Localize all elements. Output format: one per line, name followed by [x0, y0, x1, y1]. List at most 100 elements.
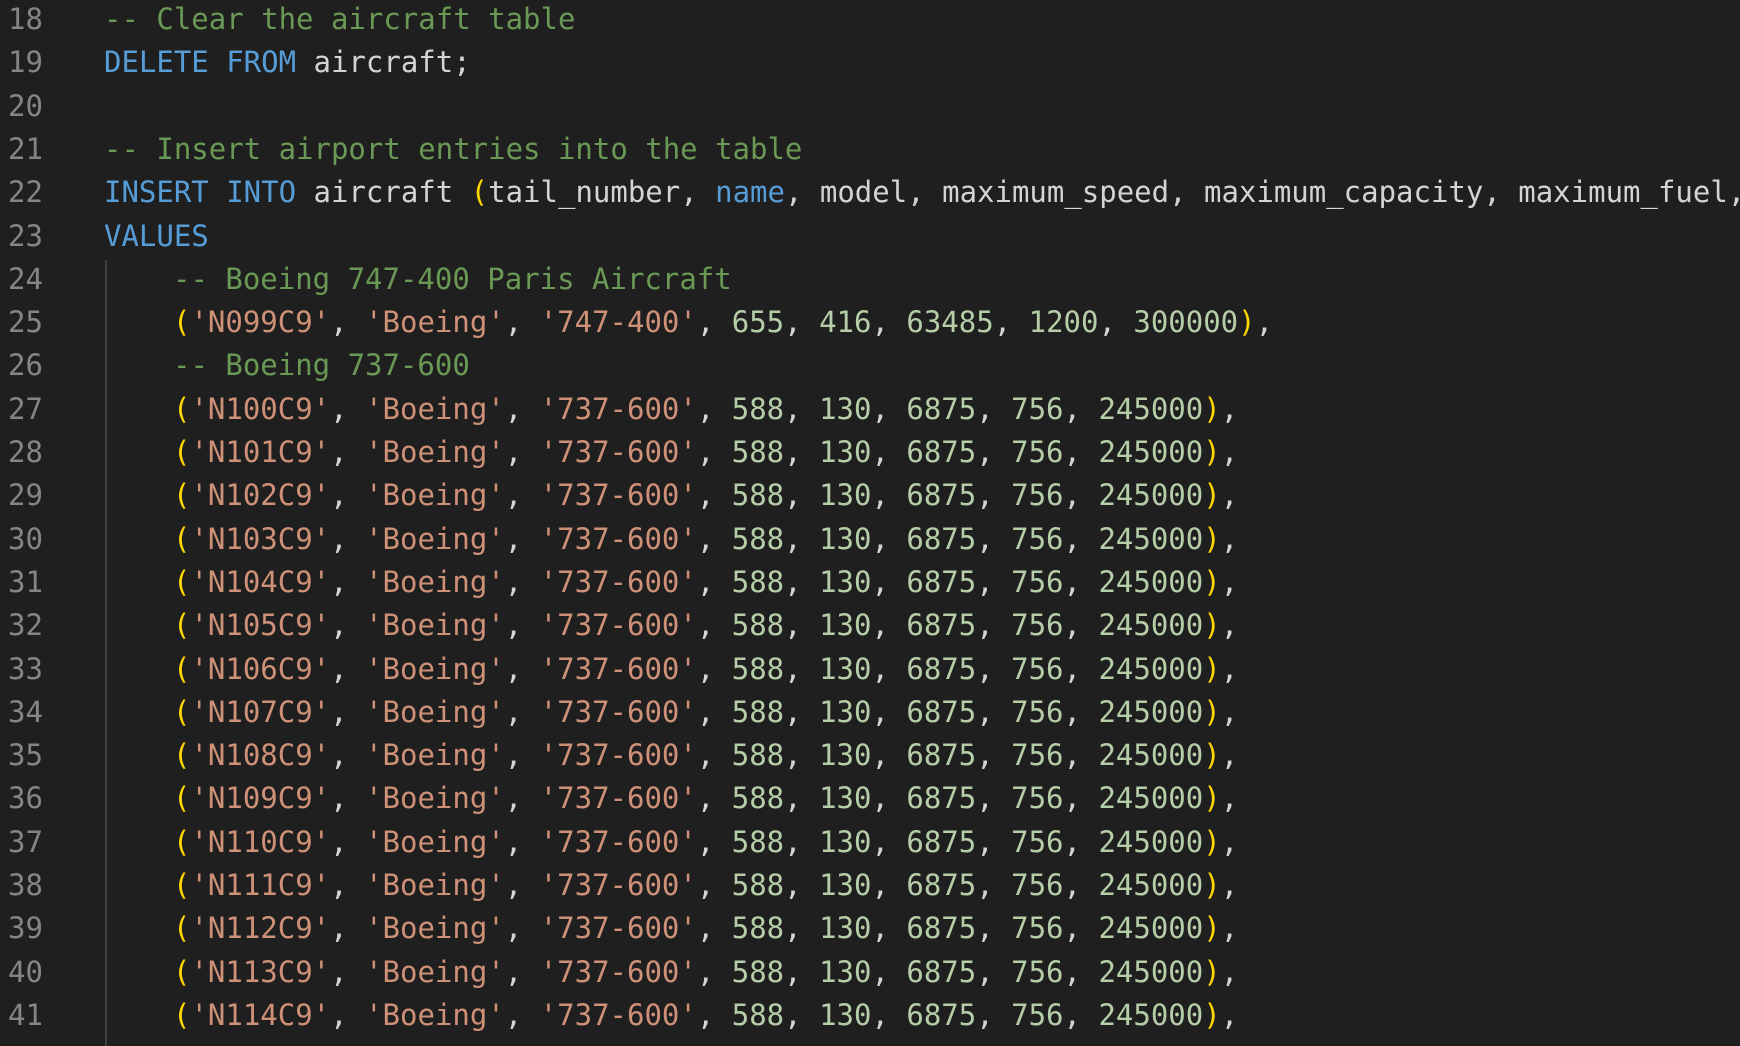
token-number: 130 — [819, 954, 872, 989]
token-number: 756 — [1011, 564, 1064, 599]
code-line[interactable]: 37 ('N110C9', 'Boeing', '737-600', 588, 1… — [0, 821, 1740, 864]
token-number: 588 — [731, 997, 785, 1032]
token-number: 6875 — [906, 608, 977, 643]
line-number: 34 — [8, 694, 43, 729]
token-string: 'N112C9' — [190, 911, 331, 946]
token-string: 'Boeing' — [365, 738, 505, 773]
token-plain: , — [1063, 868, 1099, 902]
token-plain: , — [330, 435, 366, 469]
token-number: 130 — [819, 997, 872, 1032]
code-line[interactable]: 20 — [0, 85, 1740, 128]
line-code: ('N112C9', 'Boeing', '737-600', 588, 130… — [173, 907, 1238, 950]
token-plain: , — [871, 478, 907, 513]
token-plain: , — [330, 608, 366, 643]
code-line[interactable]: 34 ('N107C9', 'Boeing', '737-600', 588, 1… — [0, 691, 1740, 734]
token-number: 416 — [819, 305, 872, 340]
line-number: 19 — [8, 45, 43, 80]
code-line[interactable]: 21 -- Insert airport entries into the tab… — [0, 128, 1740, 171]
token-number: 756 — [1011, 824, 1064, 859]
token-string: '737-600' — [539, 435, 697, 469]
token-number: 6875 — [906, 435, 977, 469]
code-line[interactable]: 36 ('N109C9', 'Boeing', '737-600', 588, 1… — [0, 777, 1740, 820]
token-plain: , model, maximum_speed, maximum_capacity… — [784, 175, 1740, 210]
token-number: 588 — [731, 651, 785, 686]
code-line[interactable]: 30 ('N103C9', 'Boeing', '737-600', 588, 1… — [0, 518, 1740, 561]
token-plain: , — [330, 694, 366, 729]
token-paren: ) — [1203, 564, 1221, 599]
token-string: '737-600' — [539, 478, 697, 513]
token-plain: , — [871, 521, 907, 556]
token-number: 588 — [731, 824, 785, 859]
token-plain: , — [976, 391, 1012, 426]
code-editor[interactable]: 18 -- Clear the aircraft table 19 DELETE FR… — [0, 0, 1740, 1046]
line-number: 40 — [8, 954, 43, 989]
code-line[interactable]: 23 VALUES — [0, 215, 1740, 258]
token-number: 245000 — [1098, 608, 1204, 643]
token-plain: , — [504, 868, 540, 902]
token-plain: , — [976, 521, 1012, 556]
token-string: 'N114C9' — [190, 997, 331, 1032]
token-string: 'N102C9' — [190, 478, 331, 513]
code-line[interactable]: 27 ('N100C9', 'Boeing', '737-600', 588, 1… — [0, 388, 1740, 431]
code-line[interactable]: 18 -- Clear the aircraft table — [0, 0, 1740, 41]
token-string: 'Boeing' — [365, 694, 505, 729]
token-paren: ( — [173, 738, 191, 773]
code-line[interactable]: 24 -- Boeing 747-400 Paris Aircraft — [0, 258, 1740, 301]
token-string: '737-600' — [539, 651, 697, 686]
token-plain: , — [1063, 435, 1099, 469]
token-number: 130 — [819, 694, 872, 729]
token-string: 'Boeing' — [365, 521, 505, 556]
token-plain: , — [504, 521, 540, 556]
token-number: 130 — [819, 608, 872, 643]
code-line[interactable]: 22 INSERT INTO aircraft (tail_number, nam… — [0, 171, 1740, 214]
code-line[interactable]: 39 ('N112C9', 'Boeing', '737-600', 588, 1… — [0, 907, 1740, 950]
token-plain: aircraft — [296, 175, 471, 210]
token-plain: , — [871, 954, 907, 989]
token-plain: , — [784, 954, 820, 989]
token-plain: , — [330, 521, 366, 556]
code-line[interactable]: 31 ('N104C9', 'Boeing', '737-600', 588, 1… — [0, 561, 1740, 604]
code-line[interactable]: 28 ('N101C9', 'Boeing', '737-600', 588, 1… — [0, 431, 1740, 474]
line-number: 18 — [8, 2, 43, 36]
token-number: 756 — [1011, 478, 1064, 513]
code-line[interactable]: 33 ('N106C9', 'Boeing', '737-600', 588, 1… — [0, 648, 1740, 691]
code-line[interactable]: 26 -- Boeing 737-600 — [0, 344, 1740, 387]
token-paren: ) — [1203, 608, 1221, 643]
token-number: 588 — [731, 781, 785, 816]
token-number: 245000 — [1098, 824, 1204, 859]
token-plain: , — [1220, 391, 1239, 426]
code-line[interactable]: 40 ('N113C9', 'Boeing', '737-600', 588, 1… — [0, 951, 1740, 994]
token-plain: , — [696, 738, 732, 773]
token-number: 756 — [1011, 781, 1064, 816]
line-code: -- Clear the aircraft table — [104, 0, 575, 41]
token-number: 245000 — [1098, 738, 1204, 773]
token-paren: ( — [173, 694, 191, 729]
code-line[interactable]: 19 DELETE FROM aircraft; — [0, 41, 1740, 84]
token-plain: , — [976, 868, 1012, 902]
code-line[interactable]: 41 ('N114C9', 'Boeing', '737-600', 588, 1… — [0, 994, 1740, 1037]
token-plain: , — [976, 781, 1012, 816]
token-plain: , — [330, 738, 366, 773]
token-plain: , — [1063, 954, 1099, 989]
code-line[interactable]: 29 ('N102C9', 'Boeing', '737-600', 588, 1… — [0, 474, 1740, 517]
code-line[interactable]: 38 ('N111C9', 'Boeing', '737-600', 588, 1… — [0, 864, 1740, 907]
token-plain: , — [976, 738, 1012, 773]
token-plain: , — [1220, 738, 1239, 773]
token-keyword: VALUES — [104, 218, 209, 253]
token-plain: , — [871, 738, 907, 773]
code-line[interactable]: 25 ('N099C9', 'Boeing', '747-400', 655, 4… — [0, 301, 1740, 344]
token-number: 756 — [1011, 868, 1064, 902]
token-plain: , — [1098, 305, 1134, 340]
token-plain: , — [1063, 478, 1099, 513]
token-number: 6875 — [906, 478, 977, 513]
line-code: -- Boeing 737-600 — [173, 344, 470, 387]
token-number: 588 — [731, 435, 785, 469]
token-string: '737-600' — [539, 738, 697, 773]
token-number: 245000 — [1098, 435, 1204, 469]
token-paren: ( — [173, 651, 191, 686]
token-number: 6875 — [906, 911, 977, 946]
code-line[interactable]: 35 ('N108C9', 'Boeing', '737-600', 588, 1… — [0, 734, 1740, 777]
token-plain: , — [976, 911, 1012, 946]
code-line[interactable]: 32 ('N105C9', 'Boeing', '737-600', 588, 1… — [0, 604, 1740, 647]
line-number: 32 — [8, 608, 43, 643]
